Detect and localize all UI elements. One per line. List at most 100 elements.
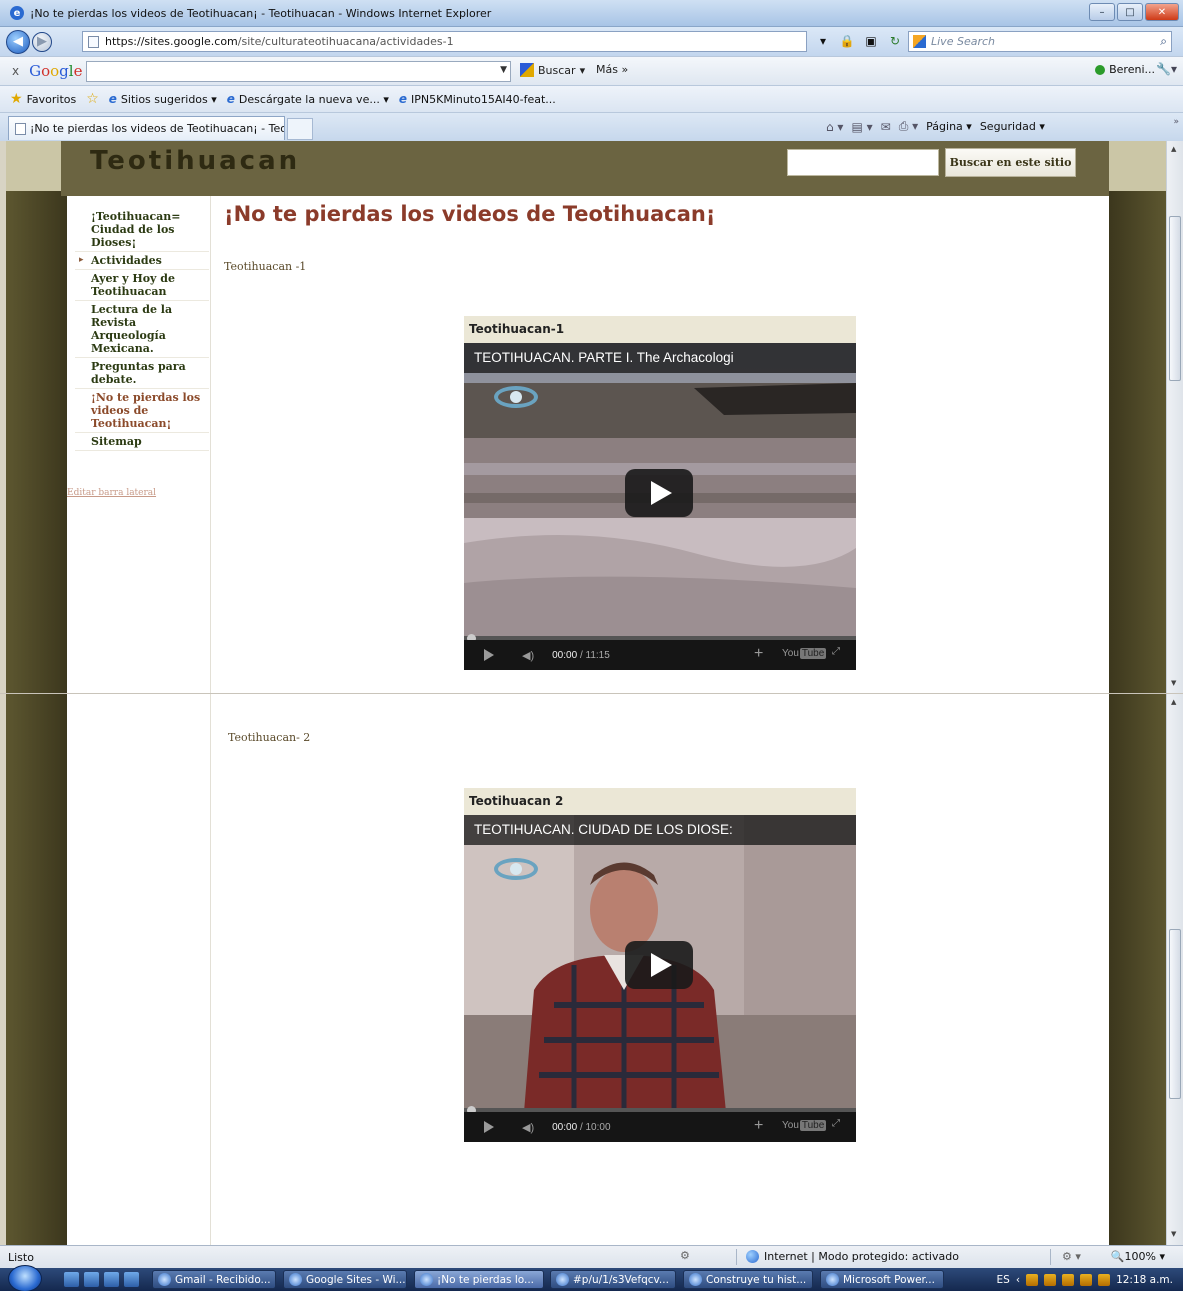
sidebar-item-videos[interactable]: ¡No te pierdas los videos de Teotihuacan… [75,389,209,433]
tab-current[interactable]: ¡No te pierdas los videos de Teotihuacan… [8,116,285,140]
youtube-logo-icon[interactable]: You Tube [782,648,827,659]
zoom-level[interactable]: 🔍100% ▾ [1111,1250,1165,1263]
taskbar-item-construye[interactable]: Construye tu hist... [683,1270,813,1289]
video-embed[interactable]: Teotihuacan-1 TEOTIHUACAN. PARTE I. The … [464,316,856,670]
volume-icon[interactable]: ◀) [522,1121,534,1134]
close-window-button[interactable]: ✕ [1145,3,1179,21]
taskbar-item-gmail[interactable]: Gmail - Recibido... [152,1270,276,1289]
add-icon[interactable]: + [754,1117,763,1135]
favorites-button[interactable]: ★ Favoritos [10,91,76,107]
google-search-input[interactable]: ▼ [86,61,511,82]
clock[interactable]: 12:18 a.m. [1116,1274,1173,1286]
security-status-icon[interactable]: ⚙ [680,1249,690,1262]
google-search-button[interactable]: Buscar ▾ [520,63,585,77]
scroll-thumb[interactable] [1169,929,1181,1099]
live-search-input[interactable]: Live Search ⌕ [908,31,1172,52]
video-embed[interactable]: Teotihuacan 2 TEOTIHUACAN. CIUDAD DE LOS… [464,788,856,1142]
forward-button[interactable]: ▶ [32,31,52,52]
sidebar-item-preguntas[interactable]: Preguntas para debate. [75,358,209,389]
site-search-input[interactable] [787,149,939,176]
taskbar-item-current-page[interactable]: ¡No te pierdas lo... [414,1270,544,1289]
sidebar-item-actividades[interactable]: Actividades [75,252,209,270]
start-button[interactable] [8,1265,42,1291]
media-icon[interactable] [124,1272,139,1287]
edit-sidebar-link[interactable]: Editar barra lateral [67,488,156,498]
scroll-thumb[interactable] [1169,216,1181,381]
upper-scrollbar[interactable]: ▲ ▼ [1166,141,1183,693]
chevron-left-icon[interactable]: ‹ [1016,1274,1020,1286]
window-title-bar: e ¡No te pierdas los videos de Teotihuac… [0,0,1183,27]
site-search-button[interactable]: Buscar en este sitio [945,148,1076,177]
maximize-button[interactable]: □ [1117,3,1143,21]
lower-scrollbar[interactable]: ▲ ▼ [1166,694,1183,1245]
tray-icon[interactable] [1044,1273,1057,1286]
home-icon[interactable]: ⌂ ▾ [826,120,843,134]
switch-windows-icon[interactable] [84,1272,99,1287]
fullscreen-icon[interactable]: ⤢ [832,646,840,657]
play-button[interactable] [625,941,693,989]
tray-icon[interactable] [1062,1273,1075,1286]
taskbar-item-google-sites[interactable]: Google Sites - Wi... [283,1270,407,1289]
fav-link-suggested[interactable]: e Sitios sugeridos ▾ [109,92,217,106]
scroll-up-icon[interactable]: ▲ [1171,698,1176,706]
mail-icon[interactable]: ✉ [881,120,891,134]
language-indicator[interactable]: ES [997,1274,1010,1286]
sidebar-item-lectura[interactable]: Lectura de la Revista Arqueología Mexica… [75,301,209,358]
favorites-label: Favoritos [26,92,77,106]
sidebar-item-ciudad[interactable]: ¡Teotihuacan= Ciudad de los Dioses¡ [75,208,209,252]
address-field[interactable]: https://sites.google.com/site/culturateo… [82,31,807,52]
compatibility-icon[interactable]: ▣ [862,32,880,50]
lock-icon[interactable]: 🔒 [838,32,856,50]
video-title[interactable]: TEOTIHUACAN. CIUDAD DE LOS DIOSE: [464,815,856,845]
play-icon[interactable] [484,649,494,661]
close-toolbar-icon[interactable]: x [12,64,19,78]
google-logo: Google [29,62,83,80]
volume-tray-icon[interactable] [1098,1273,1111,1286]
play-icon[interactable] [484,1121,494,1133]
url-host: https://sites.google.com [105,35,238,48]
refresh-icon[interactable]: ↻ [886,32,904,50]
manage-addons-icon[interactable]: ⚙ ▾ [1062,1250,1081,1263]
chevron-down-icon[interactable]: ▼ [500,65,507,75]
fav-link-download[interactable]: e Descárgate la nueva ve... ▾ [227,92,389,106]
chevron-right-icon[interactable]: » [1173,117,1179,127]
video-thumbnail[interactable]: TEOTIHUACAN. PARTE I. The Archacologi [464,343,856,640]
taskbar-item-powerpoint[interactable]: Microsoft Power... [820,1270,944,1289]
add-icon[interactable]: + [754,645,763,663]
taskbar-item-youtube[interactable]: #p/u/1/s3Vefqcv... [550,1270,676,1289]
video-title[interactable]: TEOTIHUACAN. PARTE I. The Archacologi [464,343,856,373]
security-zone[interactable]: Internet | Modo protegido: activado [746,1250,959,1263]
address-dropdown-icon[interactable]: ▾ [814,32,832,50]
search-icon[interactable]: ⌕ [1160,34,1167,49]
video-thumbnail[interactable]: TEOTIHUACAN. CIUDAD DE LOS DIOSE: [464,815,856,1112]
fav-link-ipn[interactable]: e IPN5KMinuto15AI40-feat... [399,92,556,106]
more-button[interactable]: Más » [596,63,628,76]
sidebar-item-sitemap[interactable]: Sitemap [75,433,209,451]
feeds-icon[interactable]: ▤ ▾ [851,120,872,134]
scroll-down-icon[interactable]: ▼ [1171,1230,1176,1238]
ie-icon[interactable] [104,1272,119,1287]
fullscreen-icon[interactable]: ⤢ [832,1118,840,1129]
add-favorite-button[interactable]: ☆ [86,91,99,107]
scroll-down-icon[interactable]: ▼ [1171,679,1176,687]
youtube-logo-icon[interactable]: You Tube [782,1120,827,1131]
site-title[interactable]: Teotihuacan [90,146,300,176]
main-content: ¡No te pierdas los videos de Teotihuacan… [211,196,1109,693]
ie-logo-icon: e [10,6,24,20]
new-tab-button[interactable] [287,118,313,140]
network-icon[interactable] [1080,1273,1093,1286]
wrench-icon[interactable]: 🔧▾ [1156,62,1177,76]
play-button[interactable] [625,469,693,517]
page-menu[interactable]: Página ▾ [926,120,972,133]
tray-icon[interactable] [1026,1273,1039,1286]
show-desktop-icon[interactable] [64,1272,79,1287]
print-icon[interactable]: ⎙ ▾ [899,119,918,134]
left-decor [6,694,67,1245]
security-menu[interactable]: Seguridad ▾ [980,120,1045,133]
volume-icon[interactable]: ◀) [522,649,534,662]
sidebar-item-ayer-hoy[interactable]: Ayer y Hoy de Teotihuacan [75,270,209,301]
back-button[interactable]: ◀ [6,29,30,54]
scroll-up-icon[interactable]: ▲ [1171,145,1176,153]
minimize-button[interactable]: – [1089,3,1115,21]
user-account-button[interactable]: Bereni... [1095,63,1155,76]
